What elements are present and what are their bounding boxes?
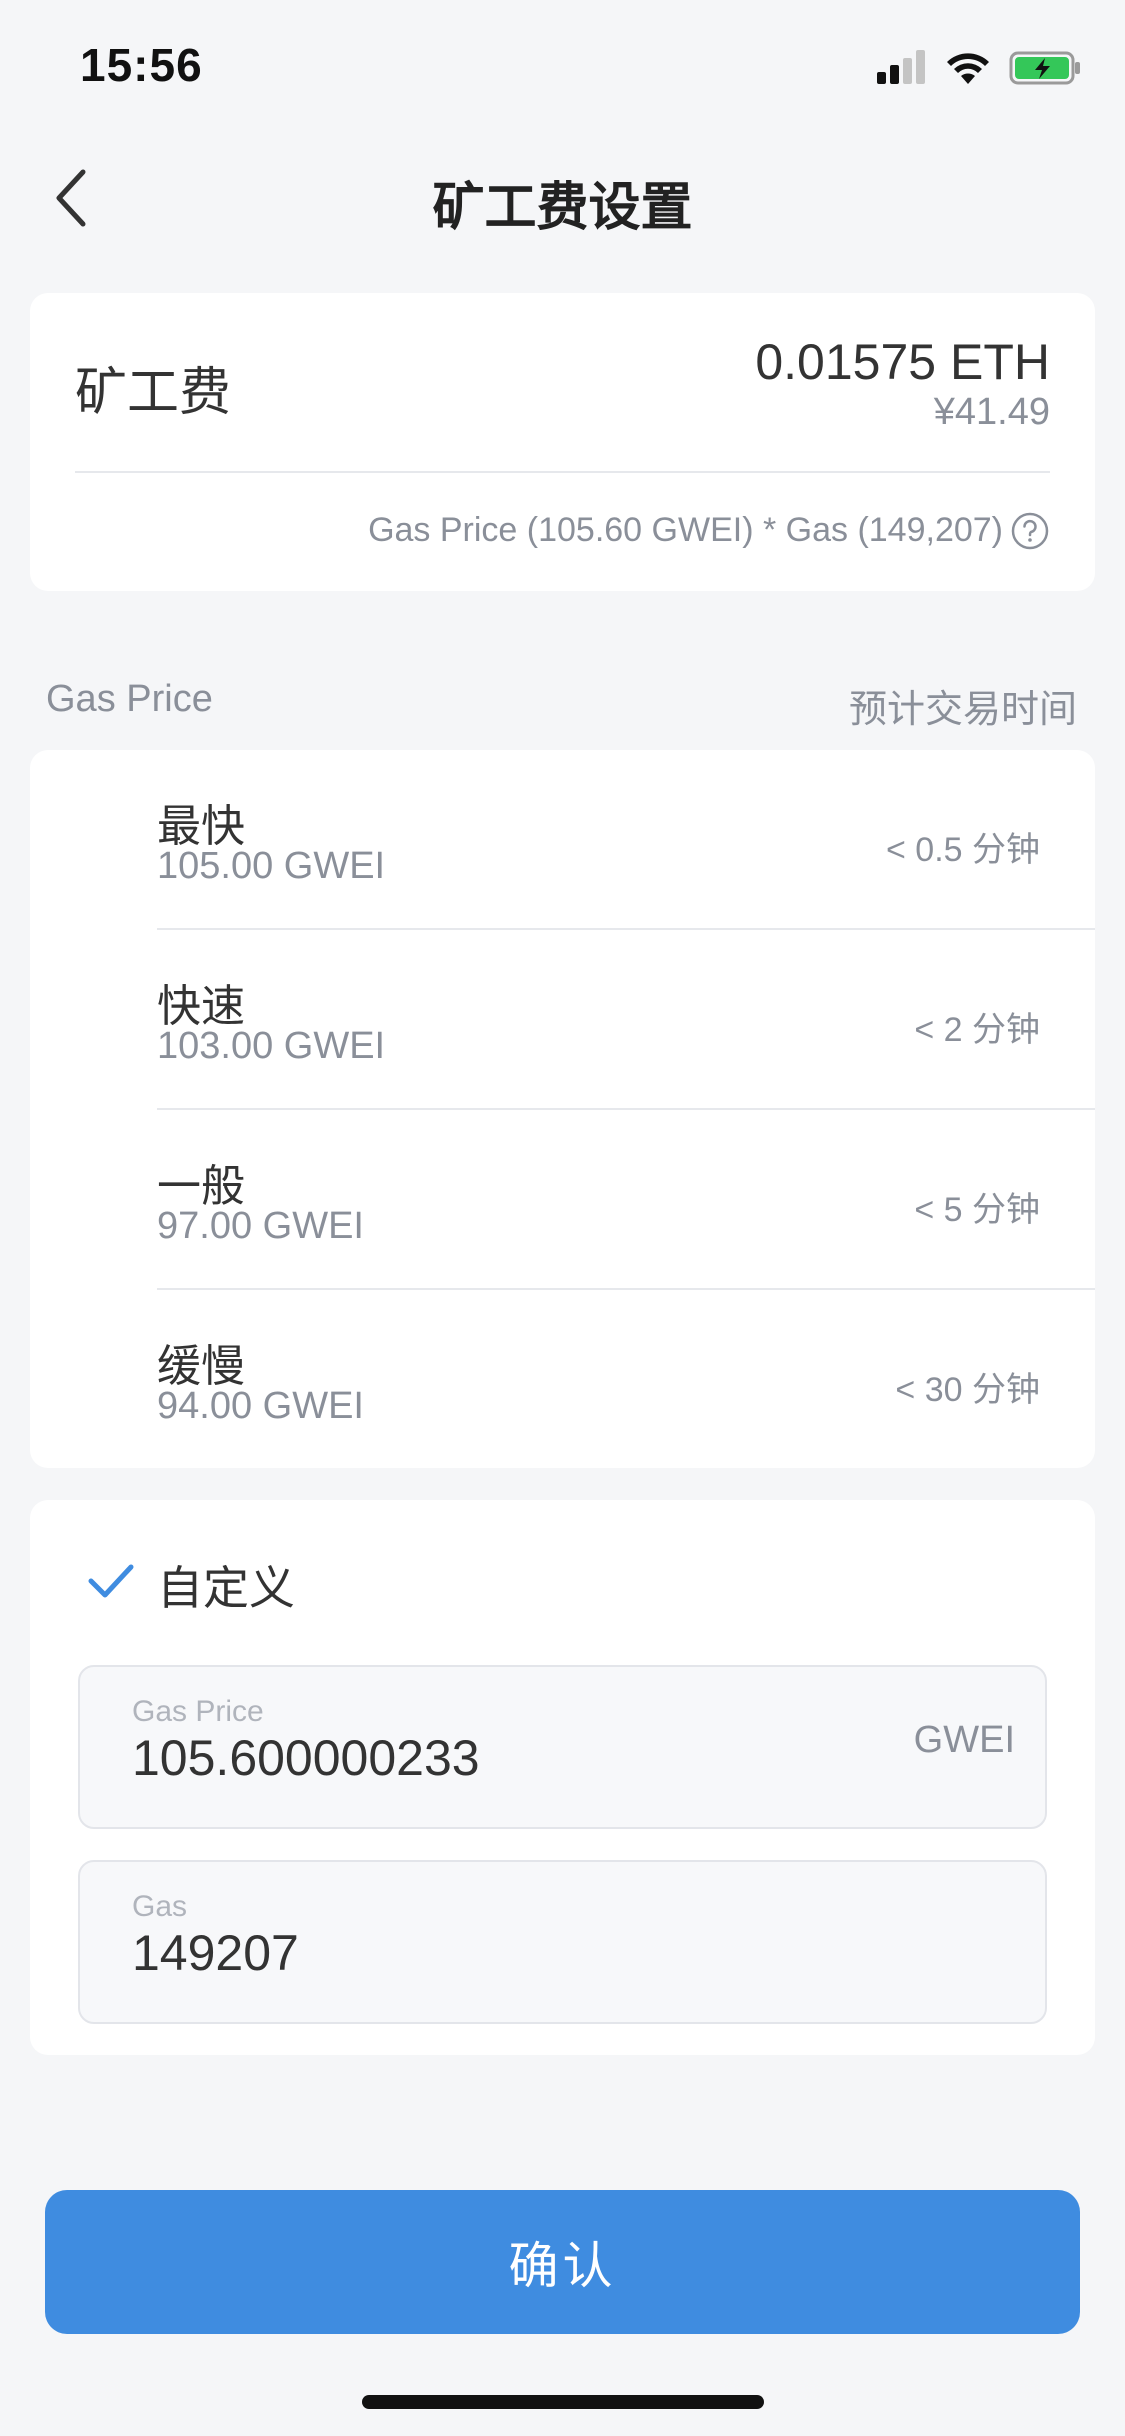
status-icons: [877, 48, 1083, 88]
home-indicator: [362, 2395, 764, 2409]
speed-time: < 2 分钟: [914, 1011, 1040, 1049]
speed-gwei: 103.00 GWEI: [157, 1025, 386, 1067]
status-time: 15:56: [80, 39, 203, 91]
fee-summary-card: 矿工费 0.01575 ETH ¥41.49 Gas Price (105.60…: [30, 293, 1095, 591]
speed-option-fastest[interactable]: 最快 105.00 GWEI < 0.5 分钟: [30, 750, 1095, 930]
speed-time: < 5 分钟: [914, 1191, 1040, 1229]
gas-field-label: Gas: [132, 1890, 188, 1923]
battery-charging-icon: [1009, 51, 1080, 85]
gas-price-unit: GWEI: [913, 1719, 1015, 1761]
fee-fiat-amount: ¥41.49: [933, 391, 1050, 433]
divider: [75, 471, 1050, 473]
checkmark-icon[interactable]: [85, 1555, 137, 1607]
confirm-button[interactable]: 确认: [45, 2190, 1080, 2334]
gas-input[interactable]: 149207: [132, 1924, 299, 1982]
gas-field[interactable]: Gas 149207: [78, 1860, 1047, 2024]
speed-option-normal[interactable]: 一般 97.00 GWEI < 5 分钟: [30, 1110, 1095, 1290]
speed-time: < 0.5 分钟: [885, 831, 1040, 869]
fee-formula: Gas Price (105.60 GWEI) * Gas (149,207): [368, 511, 1003, 549]
wifi-icon: [947, 53, 989, 84]
custom-option-label[interactable]: 自定义: [157, 1552, 295, 1618]
speed-gwei: 97.00 GWEI: [157, 1205, 364, 1247]
speed-gwei: 94.00 GWEI: [157, 1385, 364, 1427]
section-label-gas-price: Gas Price: [46, 678, 213, 720]
help-icon[interactable]: [1010, 511, 1050, 551]
fee-amount: 0.01575 ETH: [755, 334, 1050, 390]
fee-label: 矿工费: [75, 364, 232, 422]
gas-price-field-label: Gas Price: [132, 1695, 264, 1728]
speed-time: < 30 分钟: [895, 1371, 1040, 1409]
cellular-signal-icon: [877, 50, 925, 84]
speed-gwei: 105.00 GWEI: [157, 845, 386, 887]
speed-option-fast[interactable]: 快速 103.00 GWEI < 2 分钟: [30, 930, 1095, 1110]
speed-options-card: 最快 105.00 GWEI < 0.5 分钟 快速 103.00 GWEI <…: [30, 750, 1095, 1468]
custom-fee-card: 自定义 Gas Price 105.600000233 GWEI Gas 149…: [30, 1500, 1095, 2055]
gas-price-field[interactable]: Gas Price 105.600000233 GWEI: [78, 1665, 1047, 1829]
page-title: 矿工费设置: [432, 179, 693, 237]
speed-option-slow[interactable]: 缓慢 94.00 GWEI < 30 分钟: [30, 1290, 1095, 1470]
gas-price-input[interactable]: 105.600000233: [132, 1729, 480, 1787]
section-label-estimated-time: 预计交易时间: [848, 689, 1077, 731]
